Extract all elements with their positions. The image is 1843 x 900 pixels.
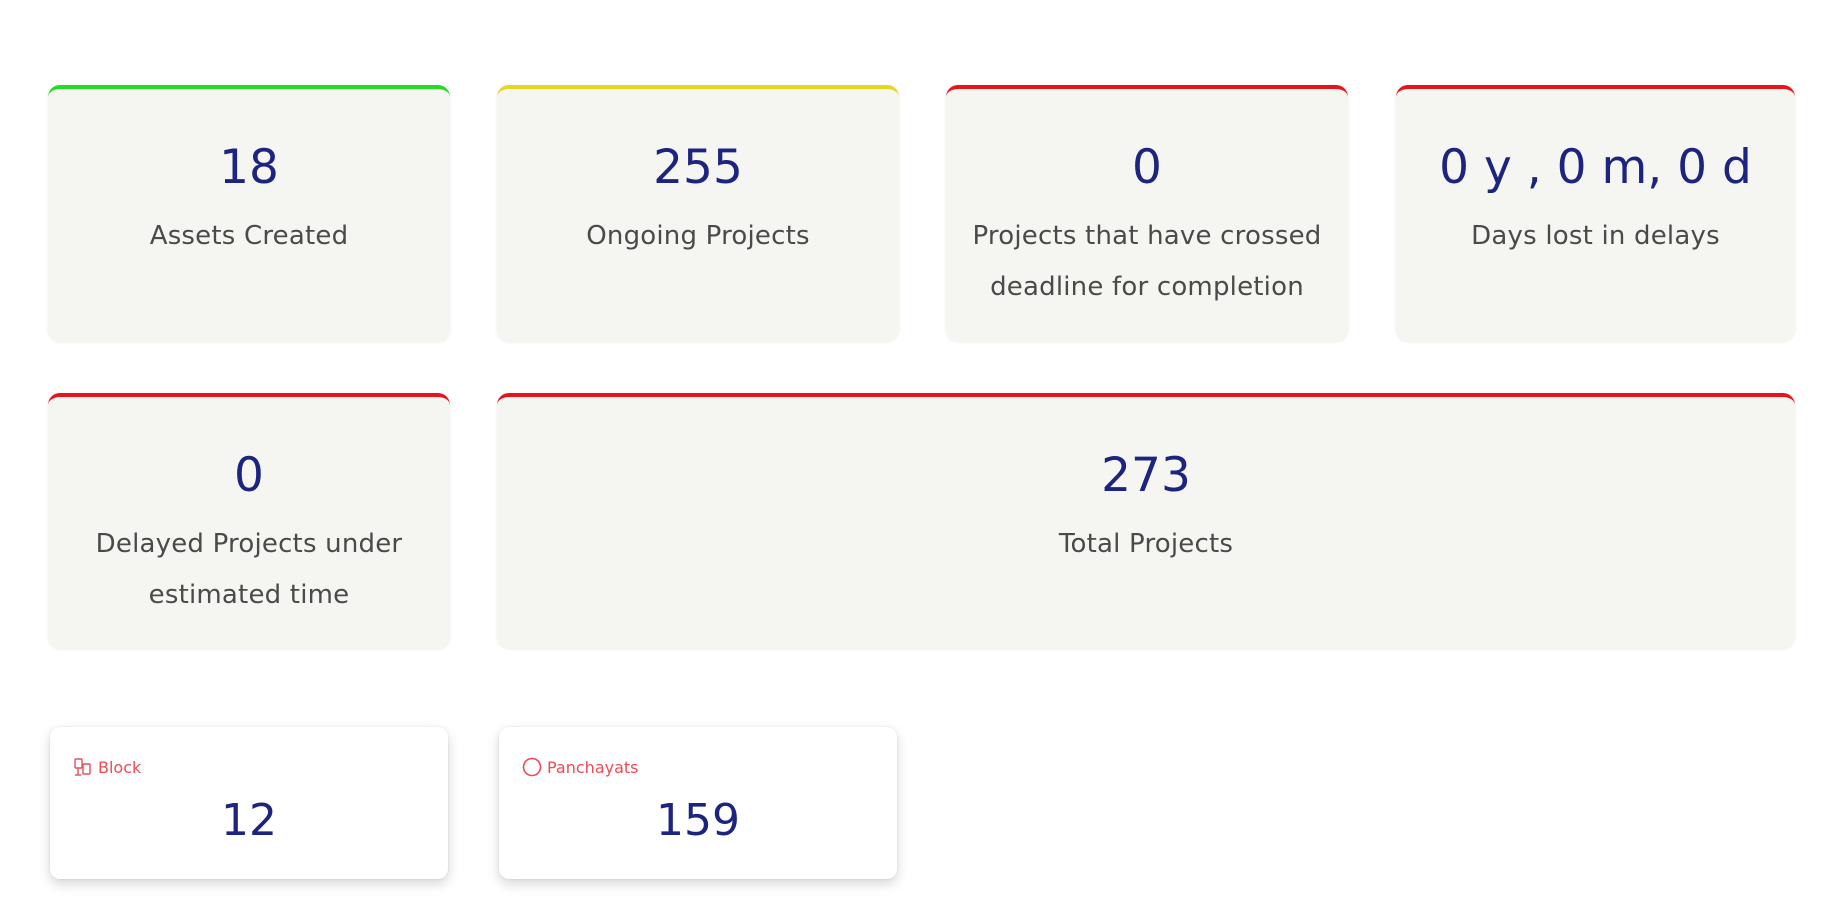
dashboard-page: 18 Assets Created 255 Ongoing Projects 0… (0, 0, 1843, 900)
block-count-header: Block (72, 756, 141, 778)
days-lost-card: 0 y , 0 m, 0 d Days lost in delays (1396, 85, 1795, 341)
assets-created-value: 18 (219, 140, 279, 195)
panchayats-count-label: Panchayats (547, 757, 639, 777)
block-count-label: Block (98, 757, 142, 777)
total-projects-label: Total Projects (1058, 529, 1234, 559)
delayed-projects-card: 0 Delayed Projects under estimated time (48, 393, 450, 648)
panchayats-count-value: 159 (656, 795, 740, 846)
crossed-deadline-card: 0 Projects that have crossed deadline fo… (946, 85, 1348, 341)
delayed-projects-label: Delayed Projects under estimated time (95, 529, 403, 610)
delayed-projects-value: 0 (234, 448, 264, 503)
block-icon (72, 756, 94, 778)
block-count-card[interactable]: Block 12 (50, 727, 448, 879)
days-lost-value: 0 y , 0 m, 0 d (1439, 140, 1752, 195)
crossed-deadline-value: 0 (1132, 140, 1162, 195)
ongoing-projects-card: 255 Ongoing Projects (497, 85, 899, 341)
panchayats-count-header: Panchayats (521, 756, 639, 778)
circle-icon (521, 756, 543, 778)
days-lost-label: Days lost in delays (1471, 221, 1720, 251)
assets-created-label: Assets Created (149, 221, 349, 251)
ongoing-projects-value: 255 (653, 140, 743, 195)
total-projects-card: 273 Total Projects (497, 393, 1795, 648)
block-count-value: 12 (221, 795, 277, 846)
panchayats-count-card[interactable]: Panchayats 159 (499, 727, 897, 879)
crossed-deadline-label: Projects that have crossed deadline for … (972, 221, 1322, 302)
ongoing-projects-label: Ongoing Projects (586, 221, 810, 251)
assets-created-card: 18 Assets Created (48, 85, 450, 341)
total-projects-value: 273 (1101, 448, 1191, 503)
